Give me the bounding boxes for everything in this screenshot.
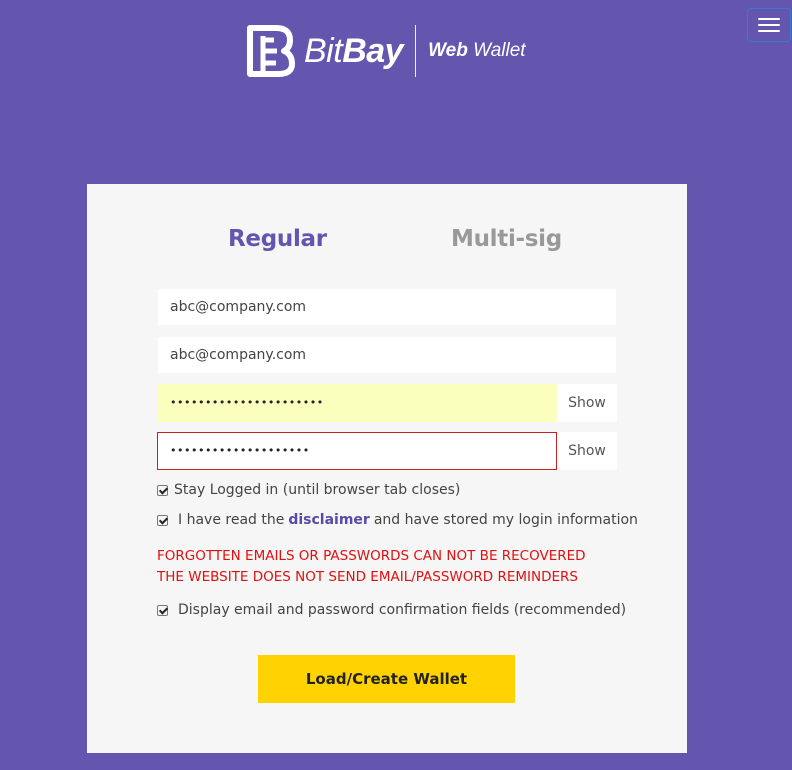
password-field[interactable]: •••••••••••••••••••••• xyxy=(157,384,557,422)
disclaimer-row: I have read the disclaimer and have stor… xyxy=(157,512,638,528)
hamburger-menu-icon[interactable] xyxy=(747,8,791,42)
show-password-confirm-button[interactable]: Show xyxy=(557,432,617,470)
stay-logged-in-label: Stay Logged in (until browser tab closes… xyxy=(174,482,461,498)
bitbay-logo-mark-icon xyxy=(247,25,295,77)
bitbay-logo[interactable]: BitBay Web Wallet xyxy=(246,24,526,78)
tab-regular[interactable]: Regular xyxy=(228,226,327,252)
disclaimer-checkbox[interactable] xyxy=(157,514,168,526)
tab-multisig[interactable]: Multi-sig xyxy=(451,226,562,252)
email-field[interactable]: abc@company.com xyxy=(157,288,617,326)
disclaimer-label-before: I have read the xyxy=(178,512,285,528)
recovery-warning: FORGOTTEN EMAILS OR PASSWORDS CAN NOT BE… xyxy=(157,546,586,588)
stay-logged-in-row: Stay Logged in (until browser tab closes… xyxy=(157,482,460,498)
email-confirm-field[interactable]: abc@company.com xyxy=(157,336,617,374)
menu-bar xyxy=(758,24,780,26)
disclaimer-link[interactable]: disclaimer xyxy=(288,512,369,528)
product-name-bold: Web xyxy=(428,40,468,61)
disclaimer-label-after: and have stored my login information xyxy=(373,512,638,528)
load-create-wallet-button[interactable]: Load/Create Wallet xyxy=(258,655,515,703)
confirm-fields-checkbox[interactable] xyxy=(157,604,168,616)
header: BitBay Web Wallet xyxy=(0,0,792,110)
product-name: Web Wallet xyxy=(428,24,526,78)
logo-divider xyxy=(415,25,417,77)
confirm-fields-row: Display email and password confirmation … xyxy=(157,602,626,618)
product-name-rest: Wallet xyxy=(467,40,526,61)
brand-name-bay: Bay xyxy=(342,32,404,70)
menu-bar xyxy=(758,30,780,32)
login-card: Regular Multi-sig abc@company.com abc@co… xyxy=(87,184,687,753)
stay-logged-in-checkbox[interactable] xyxy=(157,484,168,496)
confirm-fields-label: Display email and password confirmation … xyxy=(178,602,627,618)
warning-line: THE WEBSITE DOES NOT SEND EMAIL/PASSWORD… xyxy=(157,569,578,585)
show-password-button[interactable]: Show xyxy=(557,384,617,422)
brand-name: BitBay xyxy=(304,24,404,78)
warning-line: FORGOTTEN EMAILS OR PASSWORDS CAN NOT BE… xyxy=(157,548,586,564)
menu-bar xyxy=(758,18,780,20)
password-confirm-field[interactable]: •••••••••••••••••••• xyxy=(157,432,557,470)
brand-name-bit: Bit xyxy=(304,32,343,70)
